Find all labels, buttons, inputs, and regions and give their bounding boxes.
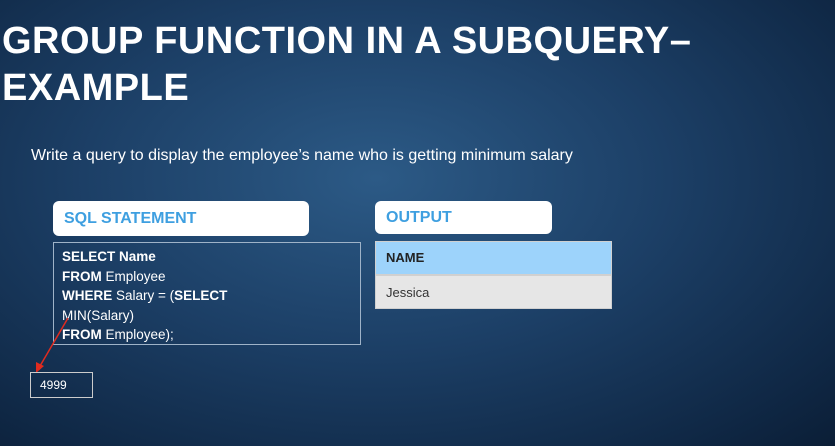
subquery-result-value: 4999 [30,372,93,398]
arrow-icon [36,317,69,373]
